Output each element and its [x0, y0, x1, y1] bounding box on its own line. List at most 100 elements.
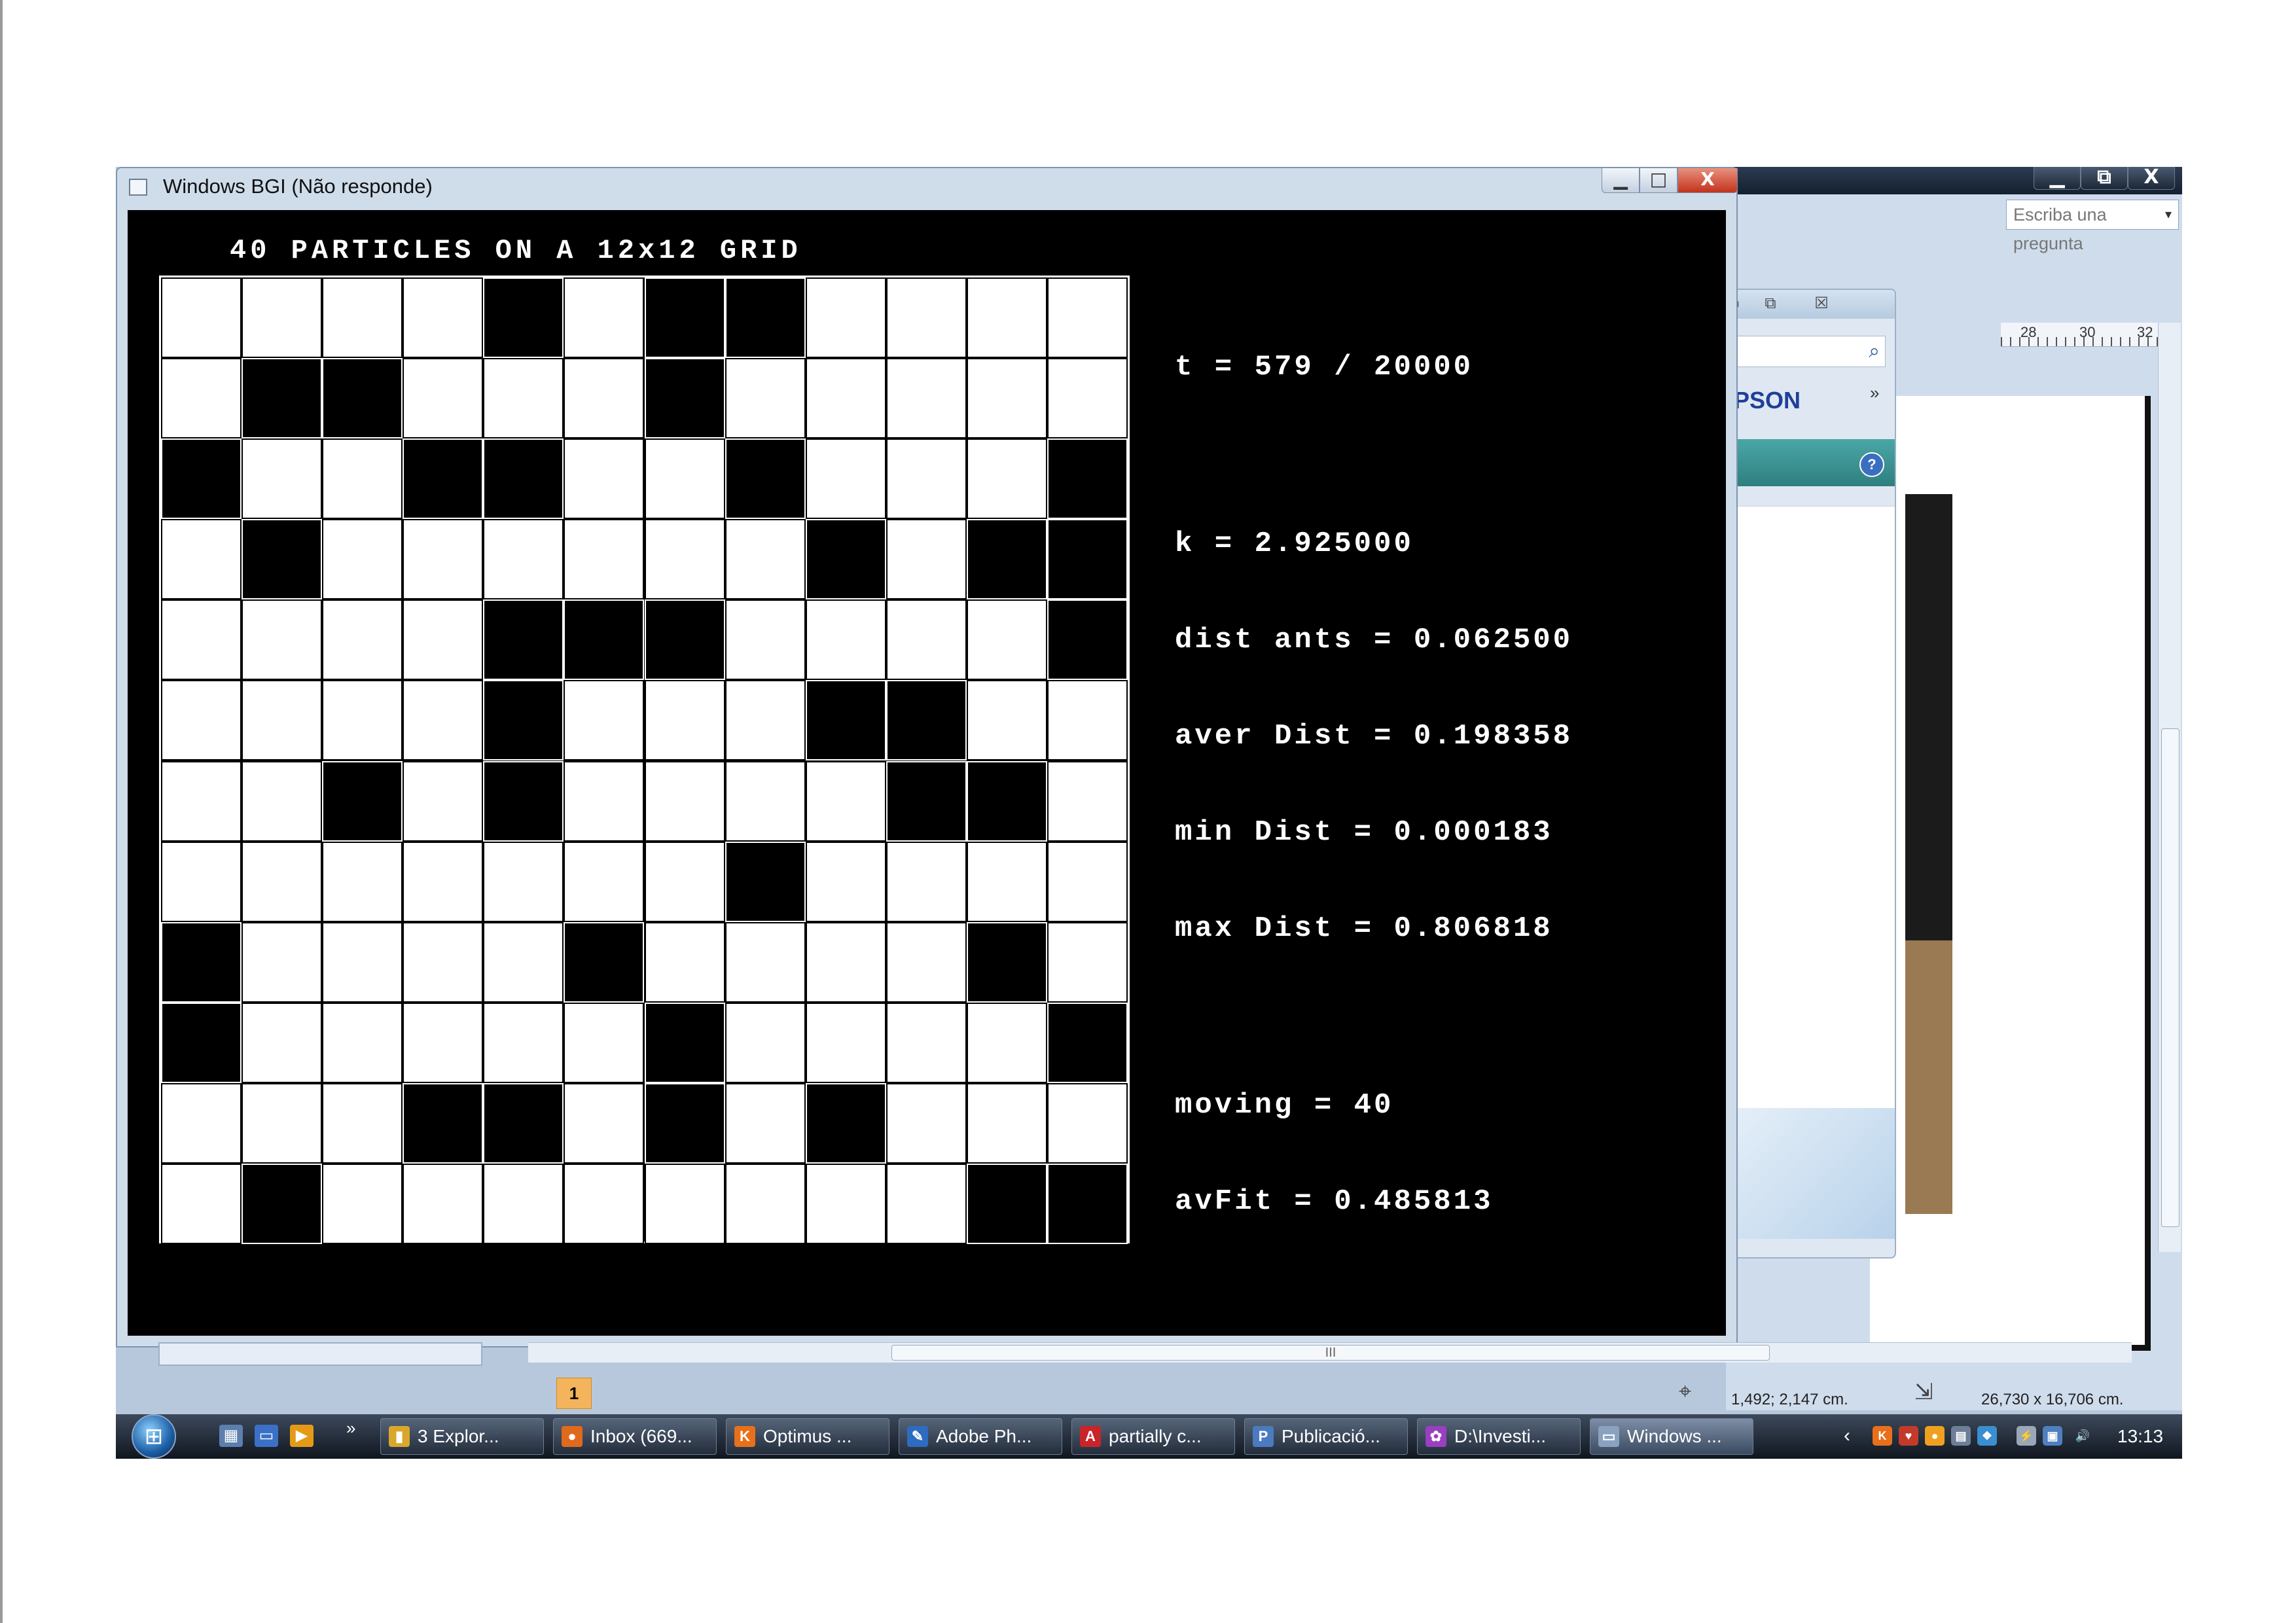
- clock[interactable]: 13:13: [2117, 1414, 2163, 1459]
- taskbar-button-label: partially c...: [1109, 1426, 1202, 1446]
- bgi-window: Windows BGI (Não responde) ▁ □ X 40 PART…: [116, 167, 1738, 1347]
- horizontal-scrollbar[interactable]: III: [528, 1342, 2132, 1363]
- bgi-canvas: 40 PARTICLES ON A 12x12 GRID t = 579 / 2…: [128, 210, 1726, 1336]
- stat-avfit: avFit = 0.485813: [1175, 1185, 1494, 1218]
- desktop-screenshot: ▁ ⧉ X Escriba una pregunta ▾ 28 30 32 ▭ …: [116, 167, 2182, 1459]
- grid-cell-empty: [805, 438, 886, 520]
- taskbar-button[interactable]: ▮ 3 Explor...: [380, 1418, 544, 1455]
- grid-cell-empty: [161, 277, 242, 359]
- grid-cell-empty: [725, 599, 806, 681]
- grid-cell-particle: [805, 680, 886, 761]
- grid-cell-empty: [161, 519, 242, 600]
- taskbar-button-label: 3 Explor...: [418, 1426, 499, 1446]
- grid-cell-particle: [1047, 599, 1128, 681]
- epson-close-button[interactable]: ☒: [1806, 294, 1837, 312]
- folder-color-icon: ✿: [1426, 1426, 1446, 1447]
- taskbar-button[interactable]: ✎ Adobe Ph...: [899, 1418, 1062, 1455]
- window-icon: ▭: [1598, 1426, 1619, 1447]
- show-desktop-icon[interactable]: ▦: [219, 1425, 243, 1447]
- grid-cell-empty: [966, 358, 1047, 439]
- grid-cell-particle: [644, 358, 725, 439]
- grid-cell-empty: [966, 680, 1047, 761]
- grid-cell-empty: [242, 680, 323, 761]
- network-tray-icon[interactable]: ▣: [2043, 1426, 2062, 1446]
- grid-cell-particle: [966, 519, 1047, 600]
- grid-cell-particle: [564, 921, 645, 1003]
- taskbar-button[interactable]: K Optimus ...: [726, 1418, 889, 1455]
- taskbar-button[interactable]: ● Inbox (669...: [553, 1418, 717, 1455]
- horizontal-ruler: 28 30 32: [2001, 323, 2164, 347]
- shield-tray-icon[interactable]: ♥: [1899, 1426, 1918, 1446]
- taskbar-button[interactable]: Apartially c...: [1071, 1418, 1235, 1455]
- grid-cell-particle: [1047, 1002, 1128, 1083]
- help-question-field[interactable]: Escriba una pregunta ▾: [2006, 200, 2179, 253]
- taskbar-button-label: Publicació...: [1282, 1426, 1380, 1446]
- grid-cell-empty: [966, 277, 1047, 359]
- epson-restore-button[interactable]: ⧉: [1755, 294, 1786, 312]
- grid-cell-empty: [725, 1082, 806, 1164]
- taskbar-button[interactable]: ✿ D:\Investi...: [1417, 1418, 1581, 1455]
- search-icon[interactable]: ⌕: [1869, 340, 1880, 363]
- size-readout: 26,730 x 16,706 cm.: [1981, 1391, 2124, 1408]
- word-minimize-button[interactable]: ▁: [2034, 167, 2081, 190]
- grid-cell-empty: [1047, 760, 1128, 842]
- document-photo: [1905, 494, 1952, 1214]
- start-button[interactable]: ⊞: [132, 1414, 176, 1459]
- taskbar-button[interactable]: ▭ Windows ...: [1590, 1418, 1753, 1455]
- close-button[interactable]: X: [1677, 168, 1738, 193]
- grid-cell-empty: [483, 1002, 564, 1083]
- taskbar-button[interactable]: P Publicació...: [1244, 1418, 1408, 1455]
- quicklaunch-more-icon[interactable]: »: [346, 1418, 355, 1438]
- grid-cell-empty: [322, 680, 403, 761]
- vertical-scroll-thumb[interactable]: [2161, 728, 2179, 1227]
- dropbox-tray-icon[interactable]: ❖: [1977, 1426, 1997, 1446]
- grid-cell-particle: [403, 438, 484, 520]
- page-marker[interactable]: 1: [556, 1378, 592, 1409]
- word-close-button[interactable]: X: [2128, 167, 2175, 190]
- update-tray-icon[interactable]: ●: [1925, 1426, 1945, 1446]
- grid-cell-particle: [242, 1163, 323, 1244]
- taskbar-button-label: Optimus ...: [763, 1426, 852, 1446]
- volume-icon[interactable]: 🔊: [2073, 1426, 2092, 1446]
- grid-cell-empty: [886, 1002, 967, 1083]
- thunderbird-icon: ●: [562, 1426, 583, 1447]
- stat-gap: [1175, 448, 1573, 464]
- grid-cell-empty: [564, 519, 645, 600]
- grid-cell-particle: [483, 680, 564, 761]
- power-tray-icon[interactable]: ⚡: [2017, 1426, 2036, 1446]
- bgi-titlebar[interactable]: Windows BGI (Não responde) ▁ □ X: [117, 168, 1738, 207]
- tray-expand-icon[interactable]: ‹: [1844, 1425, 1850, 1447]
- grid-cell-empty: [161, 680, 242, 761]
- device-tray-icon[interactable]: ▤: [1951, 1426, 1971, 1446]
- grid-cell-empty: [403, 680, 484, 761]
- grid-cell-particle: [242, 358, 323, 439]
- word-restore-button[interactable]: ⧉: [2081, 167, 2128, 190]
- help-icon[interactable]: ?: [1859, 452, 1884, 477]
- grid-cell-empty: [161, 358, 242, 439]
- grid-cell-empty: [966, 1082, 1047, 1164]
- k-tray-icon[interactable]: K: [1873, 1426, 1892, 1446]
- grid-cell-particle: [644, 1082, 725, 1164]
- grid-cell-particle: [1047, 519, 1128, 600]
- media-player-icon[interactable]: ▶: [290, 1425, 314, 1447]
- grid-cell-empty: [886, 519, 967, 600]
- stat-min-dist: min Dist = 0.000183: [1175, 816, 1553, 849]
- maximize-button[interactable]: □: [1640, 168, 1677, 193]
- vertical-scrollbar[interactable]: [2158, 323, 2181, 1252]
- grid-cell-empty: [805, 921, 886, 1003]
- word-titlebar: ▁ ⧉ X: [1726, 167, 2182, 194]
- grid-cell-empty: [644, 760, 725, 842]
- horizontal-scroll-thumb[interactable]: III: [891, 1345, 1770, 1361]
- double-chevron-icon[interactable]: »: [1870, 383, 1879, 403]
- stat-k: k = 2.925000: [1175, 527, 1414, 560]
- minimize-button[interactable]: ▁: [1602, 168, 1640, 193]
- grid-cell-empty: [1047, 358, 1128, 439]
- grid-cell-empty: [322, 519, 403, 600]
- grid-cell-particle: [322, 358, 403, 439]
- chevron-down-icon[interactable]: ▾: [2161, 200, 2176, 229]
- switch-windows-icon[interactable]: ▭: [255, 1425, 278, 1447]
- grid-cell-empty: [322, 1082, 403, 1164]
- grid-cell-empty: [644, 680, 725, 761]
- grid-cell-particle: [1047, 438, 1128, 520]
- grid-cell-empty: [161, 1163, 242, 1244]
